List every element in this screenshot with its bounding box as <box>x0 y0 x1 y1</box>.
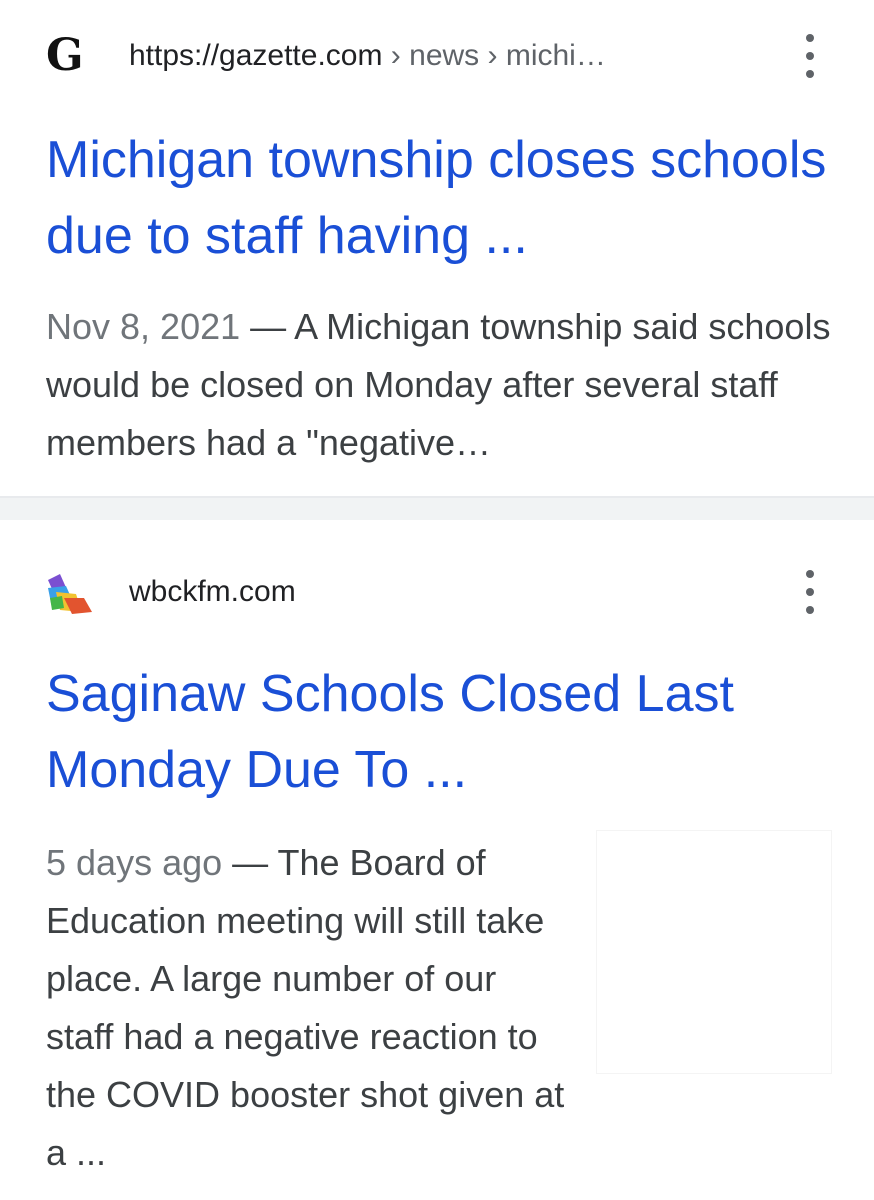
result-url-breadcrumb: › news › michi… <box>382 39 606 72</box>
kebab-dot <box>806 588 814 596</box>
search-result-wbckfm: wbckfm.com Saginaw Schools Closed Last M… <box>0 520 874 1200</box>
search-result-gazette: G https://gazette.com › news › michi… Mi… <box>0 0 874 496</box>
gazette-logo-icon: G <box>46 32 94 80</box>
result-date: 5 days ago <box>46 842 223 883</box>
result-date: Nov 8, 2021 <box>46 306 241 347</box>
result-snippet: 5 days ago — The Board of Education meet… <box>46 834 566 1182</box>
result-snippet: Nov 8, 2021 — A Michigan township said s… <box>46 298 836 472</box>
kebab-dot <box>806 606 814 614</box>
kebab-dot <box>806 70 814 78</box>
result-divider <box>0 496 874 520</box>
kebab-dot <box>806 52 814 60</box>
result-thumbnail[interactable] <box>596 830 832 1074</box>
result-url[interactable]: https://gazette.com › news › michi… <box>129 38 606 74</box>
gazette-logo-glyph: G <box>46 30 84 81</box>
result-snippet-text: — The Board of Education meeting will st… <box>46 842 565 1173</box>
result-url-host: https://gazette.com <box>129 39 383 72</box>
result-title-link[interactable]: Michigan township closes schools due to … <box>46 122 836 274</box>
result-url-host: wbckfm.com <box>129 575 296 608</box>
wbckfm-logo-icon <box>46 568 94 616</box>
more-vert-icon[interactable] <box>800 570 820 614</box>
more-vert-icon[interactable] <box>800 34 820 78</box>
kebab-dot <box>806 34 814 42</box>
result-source[interactable]: wbckfm.com <box>46 562 874 622</box>
kebab-dot <box>806 570 814 578</box>
wbckfm-logo-graphic <box>48 574 92 614</box>
result-source[interactable]: G https://gazette.com › news › michi… <box>46 26 874 86</box>
result-title-link[interactable]: Saginaw Schools Closed Last Monday Due T… <box>46 656 836 808</box>
result-url[interactable]: wbckfm.com <box>129 574 296 610</box>
